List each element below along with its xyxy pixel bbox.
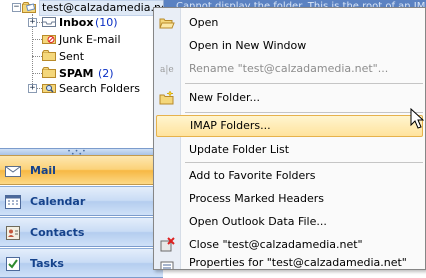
nav-button-calendar[interactable]: Calendar bbox=[0, 186, 163, 216]
nav-label: Calendar bbox=[30, 195, 86, 208]
menu-item-properties[interactable]: Properties for "test@calzadamedia.net" bbox=[156, 257, 423, 269]
folder-icon bbox=[42, 67, 56, 78]
nav-label: Tasks bbox=[30, 257, 64, 270]
inbox-icon bbox=[42, 17, 56, 27]
menu-separator bbox=[185, 112, 423, 113]
menu-separator bbox=[185, 83, 423, 84]
folder-icon bbox=[42, 50, 56, 61]
menu-item-add-to-favorite-folders[interactable]: Add to Favorite Folders bbox=[156, 165, 423, 187]
nav-button-tasks[interactable]: Tasks bbox=[0, 248, 163, 278]
menu-item-process-marked-headers[interactable]: Process Marked Headers bbox=[156, 188, 423, 210]
svg-text:a|e: a|e bbox=[160, 65, 174, 75]
search-folder-icon bbox=[42, 84, 56, 93]
properties-icon bbox=[160, 261, 174, 269]
folder-label: Search Folders bbox=[59, 82, 141, 95]
nav-label: Contacts bbox=[30, 226, 85, 239]
folder-tree: − test@calzadamedia.net + Inbox (10) Jun… bbox=[0, 0, 176, 148]
nav-button-contacts[interactable]: Contacts bbox=[0, 217, 163, 247]
close-data-file-icon bbox=[160, 237, 175, 252]
menu-item-update-folder-list[interactable]: Update Folder List bbox=[156, 139, 423, 161]
mail-icon bbox=[5, 166, 21, 177]
menu-item-rename[interactable]: a|e Rename "test@calzadamedia.net"... bbox=[156, 58, 423, 80]
menu-item-label: Open bbox=[189, 16, 219, 29]
splitter-grip: • • • • • bbox=[67, 148, 87, 158]
junk-folder-icon bbox=[42, 35, 56, 44]
navigation-pane: − test@calzadamedia.net + Inbox (10) Jun… bbox=[0, 0, 176, 278]
menu-item-label: Rename "test@calzadamedia.net"... bbox=[189, 62, 389, 75]
calendar-icon bbox=[5, 195, 21, 209]
menu-item-open[interactable]: Open bbox=[156, 12, 423, 34]
menu-item-label: Close "test@calzadamedia.net" bbox=[189, 238, 363, 251]
menu-item-close-data-file[interactable]: Close "test@calzadamedia.net" bbox=[156, 234, 423, 256]
contacts-icon bbox=[6, 226, 20, 240]
tasks-icon bbox=[6, 257, 20, 271]
menu-item-label: Properties for "test@calzadamedia.net" bbox=[189, 257, 407, 269]
rename-icon: a|e bbox=[160, 65, 174, 75]
menu-item-imap-folders[interactable]: IMAP Folders... bbox=[156, 115, 423, 137]
menu-item-label: Open Outlook Data File... bbox=[189, 215, 327, 228]
root-expander[interactable]: − bbox=[12, 3, 21, 12]
menu-item-label: IMAP Folders... bbox=[190, 119, 271, 132]
menu-item-label: Process Marked Headers bbox=[189, 192, 324, 205]
menu-item-label: Update Folder List bbox=[189, 143, 290, 156]
search-folders-expander[interactable]: + bbox=[28, 84, 37, 93]
folder-label: Sent bbox=[59, 50, 85, 63]
open-folder-icon bbox=[159, 18, 175, 29]
nav-label: Mail bbox=[30, 164, 56, 177]
mail-account-icon bbox=[22, 2, 36, 13]
unread-count: (10) bbox=[95, 16, 118, 29]
menu-item-new-folder[interactable]: New Folder... bbox=[156, 87, 423, 109]
tree-line bbox=[32, 39, 42, 40]
nav-button-mail[interactable]: Mail bbox=[0, 155, 163, 185]
tree-line bbox=[32, 56, 42, 57]
tree-line bbox=[32, 73, 42, 74]
menu-item-open-in-new-window[interactable]: Open in New Window bbox=[156, 35, 423, 57]
inbox-expander[interactable]: + bbox=[28, 18, 37, 27]
menu-item-label: New Folder... bbox=[189, 91, 260, 104]
menu-separator bbox=[185, 162, 423, 163]
context-menu: Open Open in New Window a|e Rename "test… bbox=[153, 7, 426, 270]
folder-label: Inbox bbox=[59, 16, 94, 29]
folder-label: Junk E-mail bbox=[59, 33, 121, 46]
menu-item-label: Open in New Window bbox=[189, 39, 307, 52]
new-folder-icon bbox=[159, 90, 174, 105]
menu-item-label: Add to Favorite Folders bbox=[189, 169, 316, 182]
pane-splitter[interactable]: • • • • • bbox=[0, 148, 163, 158]
mouse-cursor-icon bbox=[410, 108, 424, 129]
menu-item-open-outlook-data-file[interactable]: Open Outlook Data File... bbox=[156, 211, 423, 233]
